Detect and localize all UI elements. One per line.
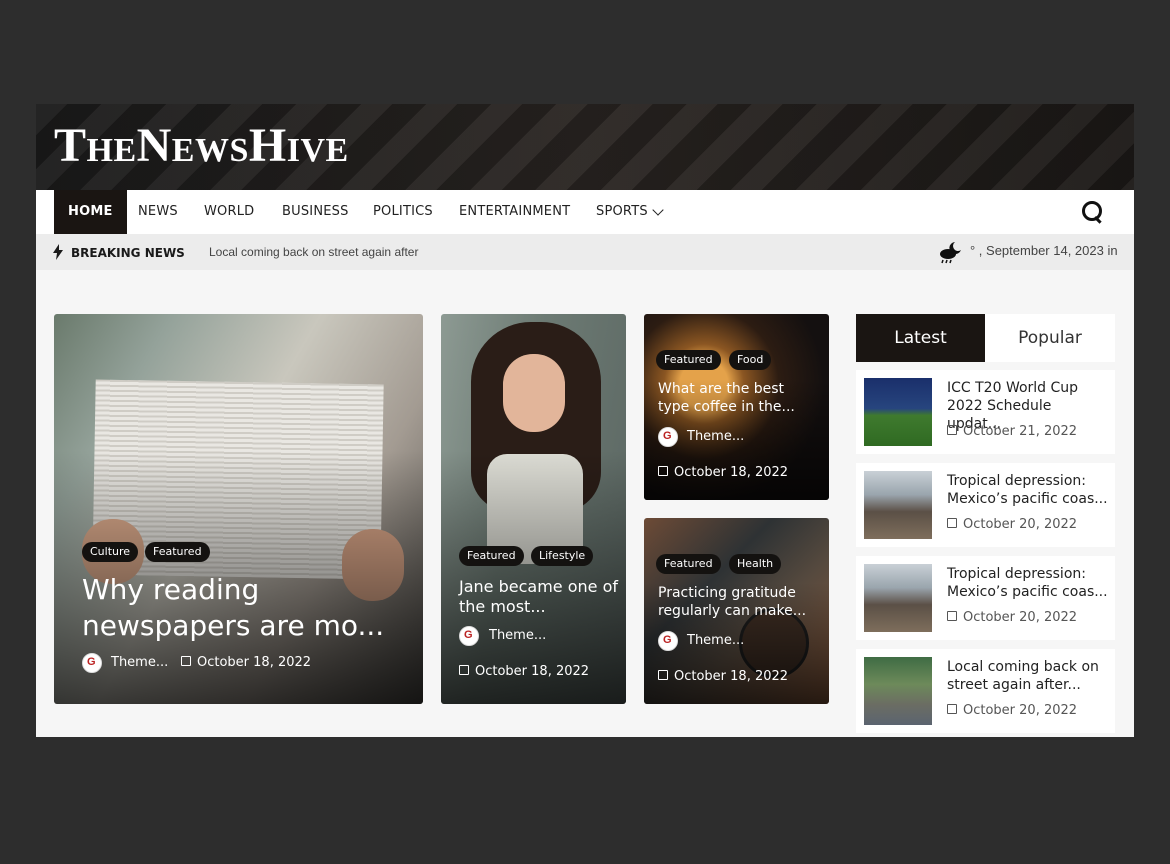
nav-item-home[interactable]: HOME bbox=[54, 190, 127, 234]
tag-lifestyle[interactable]: Lifestyle bbox=[531, 546, 594, 566]
tag-featured[interactable]: Featured bbox=[656, 554, 721, 574]
breaking-news-ticker[interactable]: Local coming back on street again after bbox=[209, 234, 429, 270]
post-date: October 20, 2022 bbox=[947, 703, 1077, 718]
post-title[interactable]: Tropical depression: Mexico’s pacific co… bbox=[947, 565, 1109, 601]
featured-card-lifestyle[interactable]: Featured Lifestyle Jane became one of th… bbox=[441, 314, 626, 704]
site-logo[interactable]: TheNewsHive bbox=[54, 114, 349, 178]
card-title[interactable]: Why reading newspapers are mo... bbox=[82, 572, 402, 644]
nav-item-sports[interactable]: SPORTS bbox=[596, 190, 648, 234]
lightning-icon bbox=[53, 244, 63, 260]
breaking-news-bar: BREAKING NEWS Local coming back on stree… bbox=[36, 234, 1134, 270]
author-avatar bbox=[459, 626, 479, 646]
nav-item-news[interactable]: NEWS bbox=[138, 190, 178, 234]
tab-latest[interactable]: Latest bbox=[856, 314, 985, 362]
nav-item-world[interactable]: WORLD bbox=[204, 190, 254, 234]
author-name[interactable]: Theme... bbox=[687, 633, 744, 648]
calendar-icon bbox=[658, 466, 668, 476]
website-frame: TheNewsHive HOME NEWS WORLD BUSINESS POL… bbox=[36, 104, 1134, 737]
tag-health[interactable]: Health bbox=[729, 554, 782, 574]
post-date: October 18, 2022 bbox=[459, 664, 589, 679]
author-avatar bbox=[658, 427, 678, 447]
search-icon[interactable] bbox=[1082, 201, 1104, 223]
card-title[interactable]: What are the best type coffee in the... bbox=[658, 380, 818, 416]
calendar-icon bbox=[947, 518, 957, 528]
nav-item-politics[interactable]: POLITICS bbox=[373, 190, 433, 234]
post-title[interactable]: Local coming back on street again after.… bbox=[947, 658, 1109, 694]
post-title[interactable]: Tropical depression: Mexico’s pacific co… bbox=[947, 472, 1109, 508]
calendar-icon bbox=[947, 704, 957, 714]
breaking-news-label: BREAKING NEWS bbox=[71, 246, 185, 260]
masthead: TheNewsHive bbox=[36, 104, 1134, 190]
author-name[interactable]: Theme... bbox=[489, 628, 546, 643]
author-name[interactable]: Theme... bbox=[687, 429, 744, 444]
post-thumbnail[interactable] bbox=[864, 657, 932, 725]
list-item[interactable]: ICC T20 World Cup 2022 Schedule updat...… bbox=[856, 370, 1115, 454]
sidebar-tabs: Latest Popular bbox=[856, 314, 1115, 362]
tag-food[interactable]: Food bbox=[729, 350, 772, 370]
author-avatar bbox=[82, 653, 102, 673]
weather-night-rain-icon bbox=[940, 242, 961, 264]
post-thumbnail[interactable] bbox=[864, 564, 932, 632]
post-date: October 18, 2022 bbox=[658, 465, 788, 480]
nav-item-entertainment[interactable]: ENTERTAINMENT bbox=[459, 190, 570, 234]
calendar-icon bbox=[947, 611, 957, 621]
calendar-icon bbox=[658, 670, 668, 680]
nav-item-business[interactable]: BUSINESS bbox=[282, 190, 349, 234]
tag-featured[interactable]: Featured bbox=[656, 350, 721, 370]
list-item[interactable]: Tropical depression: Mexico’s pacific co… bbox=[856, 556, 1115, 640]
calendar-icon bbox=[459, 665, 469, 675]
tab-popular[interactable]: Popular bbox=[985, 314, 1115, 362]
author-avatar bbox=[658, 631, 678, 651]
post-date: October 21, 2022 bbox=[947, 424, 1077, 439]
post-date: October 18, 2022 bbox=[181, 655, 311, 670]
tag-featured[interactable]: Featured bbox=[145, 542, 210, 562]
featured-card-newspaper[interactable]: Culture Featured Why reading newspapers … bbox=[54, 314, 423, 704]
post-thumbnail[interactable] bbox=[864, 471, 932, 539]
list-item[interactable]: Local coming back on street again after.… bbox=[856, 649, 1115, 733]
card-title[interactable]: Jane became one of the most... bbox=[459, 577, 619, 617]
featured-card-health[interactable]: Featured Health Practicing gratitude reg… bbox=[644, 518, 829, 704]
current-date: ° , September 14, 2023 in bbox=[970, 243, 1118, 258]
calendar-icon bbox=[947, 425, 957, 435]
tag-featured[interactable]: Featured bbox=[459, 546, 524, 566]
author-name[interactable]: Theme... bbox=[111, 655, 168, 670]
calendar-icon bbox=[181, 656, 191, 666]
post-date: October 18, 2022 bbox=[658, 669, 788, 684]
post-date: October 20, 2022 bbox=[947, 517, 1077, 532]
post-date: October 20, 2022 bbox=[947, 610, 1077, 625]
list-item[interactable]: Tropical depression: Mexico’s pacific co… bbox=[856, 463, 1115, 547]
tag-culture[interactable]: Culture bbox=[82, 542, 139, 562]
card-title[interactable]: Practicing gratitude regularly can make.… bbox=[658, 584, 818, 620]
featured-card-food[interactable]: Featured Food What are the best type cof… bbox=[644, 314, 829, 500]
post-thumbnail[interactable] bbox=[864, 378, 932, 446]
chevron-down-icon[interactable] bbox=[652, 204, 664, 216]
main-nav: HOME NEWS WORLD BUSINESS POLITICS ENTERT… bbox=[36, 190, 1134, 234]
